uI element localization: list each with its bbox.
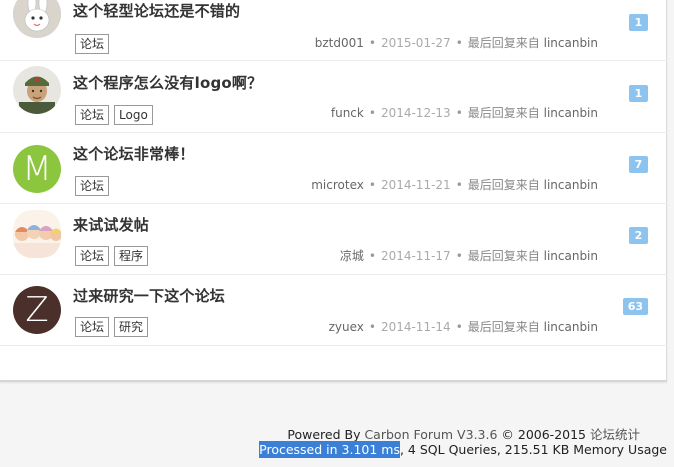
soldier-portrait-icon [13,66,61,114]
topic-meta: zyuex • 2014-11-14 • 最后回复来自 lincanbin [329,318,598,335]
topic-date: 2014-11-14 [380,320,451,334]
topic-date: 2015-01-27 [380,36,451,50]
topic-meta: 凉城 • 2014-11-17 • 最后回复来自 lincanbin [340,247,598,264]
topic-date: 2014-12-13 [380,106,451,120]
reply-count-badge: 7 [629,156,648,173]
copyright-text: © 2006-2015 [497,427,590,442]
topic-author[interactable]: 凉城 [340,249,364,263]
anime-group-icon [13,210,61,258]
separator-dot: • [455,249,463,263]
avatar[interactable]: Z [13,286,61,334]
topic-row: 来试试发帖 论坛 程序 凉城 • 2014-11-17 • 最后回复来自 lincanb… [0,204,667,275]
topic-tags: 论坛 [75,34,110,54]
topic-tags: 论坛 研究 [75,317,149,337]
processed-rest: , 4 SQL Queries, 215.51 KB Memory Usage [399,442,667,457]
reply-count-badge: 2 [629,227,648,244]
tag[interactable]: 论坛 [75,34,110,54]
avatar[interactable] [13,66,61,114]
topic-title[interactable]: 这个论坛非常棒！ [73,143,195,164]
topic-row: Z 过来研究一下这个论坛 论坛 研究 zyuex • 2014-11-14 • 最后回复… [0,275,667,346]
last-reply-user[interactable]: lincanbin [544,178,598,192]
topic-meta: bztd001 • 2015-01-27 • 最后回复来自 lincanbin [315,34,598,51]
last-reply-user[interactable]: lincanbin [544,249,598,263]
last-reply-prefix: 最后回复来自 [467,320,540,334]
tag[interactable]: 论坛 [75,317,110,337]
topic-tags: 论坛 [75,176,110,196]
processed-time-selected: Processed in 3.101 ms [259,441,400,458]
last-reply-user[interactable]: lincanbin [544,36,598,50]
avatar[interactable] [13,210,61,258]
tag[interactable]: 论坛 [75,176,110,196]
last-reply-user[interactable]: lincanbin [544,320,598,334]
topic-list: 这个轻型论坛还是不错的 论坛 bztd001 • 2015-01-27 • 最后回复来自… [0,0,667,382]
topic-title[interactable]: 过来研究一下这个论坛 [73,285,225,306]
topic-tags: 论坛 Logo [75,105,153,125]
topic-row: 这个轻型论坛还是不错的 论坛 bztd001 • 2015-01-27 • 最后回复来自… [0,0,667,61]
topic-row: 这个程序怎么没有logo啊？ 论坛 Logo funck • 2014-12-13 •… [0,62,667,133]
tag[interactable]: 程序 [114,246,149,266]
separator-dot: • [368,36,376,50]
topic-title[interactable]: 这个轻型论坛还是不错的 [73,0,240,21]
avatar-letter: Z [25,290,49,330]
separator-dot: • [455,320,463,334]
last-reply-prefix: 最后回复来自 [467,36,540,50]
topic-author[interactable]: funck [331,106,364,120]
avatar[interactable] [13,0,61,38]
separator-dot: • [368,106,376,120]
topic-date: 2014-11-17 [380,249,451,263]
last-reply-prefix: 最后回复来自 [467,106,540,120]
topic-row: M 这个论坛非常棒！ 论坛 microtex • 2014-11-21 • 最后回复来自… [0,133,667,204]
separator-dot: • [455,36,463,50]
tag[interactable]: 研究 [114,317,149,337]
topic-tags: 论坛 程序 [75,246,149,266]
avatar-letter: M [22,149,52,189]
powered-link[interactable]: Carbon Forum V3.3.6 [364,427,497,442]
tag[interactable]: 论坛 [75,105,110,125]
footer-stats: Processed in 3.101 ms, 4 SQL Queries, 21… [259,441,667,458]
separator-dot: • [368,320,376,334]
separator-dot: • [455,178,463,192]
tag[interactable]: 论坛 [75,246,110,266]
stats-link[interactable]: 论坛统计 [590,427,640,442]
topic-title[interactable]: 来试试发帖 [73,214,149,235]
cartoon-rabbit-icon [13,0,61,38]
last-reply-prefix: 最后回复来自 [467,178,540,192]
avatar[interactable]: M [13,145,61,193]
topic-author[interactable]: microtex [311,178,364,192]
separator-dot: • [368,178,376,192]
separator-dot: • [455,106,463,120]
reply-count-badge: 1 [629,14,648,31]
powered-prefix: Powered By [287,427,365,442]
topic-meta: microtex • 2014-11-21 • 最后回复来自 lincanbin [311,176,598,193]
topic-author[interactable]: zyuex [329,320,364,334]
topic-date: 2014-11-21 [380,178,451,192]
tag[interactable]: Logo [114,105,153,125]
last-reply-user[interactable]: lincanbin [544,106,598,120]
reply-count-badge: 1 [629,85,648,102]
topic-meta: funck • 2014-12-13 • 最后回复来自 lincanbin [331,104,598,121]
separator-dot: • [368,249,376,263]
topic-title[interactable]: 这个程序怎么没有logo啊？ [73,72,262,93]
reply-count-badge: 63 [622,298,648,315]
last-reply-prefix: 最后回复来自 [467,249,540,263]
topic-author[interactable]: bztd001 [315,36,364,50]
